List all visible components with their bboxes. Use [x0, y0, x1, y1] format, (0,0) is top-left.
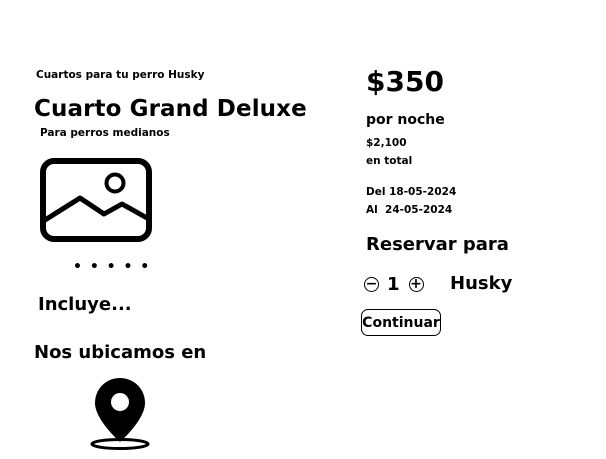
total-label: en total	[366, 155, 413, 167]
total-price: $2,100	[366, 137, 407, 149]
image-icon[interactable]	[40, 158, 152, 242]
map-pin-icon[interactable]	[90, 376, 150, 450]
quantity-stepper: − 1 +	[364, 273, 424, 295]
price-per-night: $350	[366, 65, 444, 98]
gallery-pagination-dots[interactable]: • • • • •	[73, 259, 151, 275]
includes-heading[interactable]: Incluye...	[38, 294, 132, 315]
quantity-value: 1	[387, 273, 400, 295]
listing-eyebrow: Cuartos para tu perro Husky	[36, 69, 205, 81]
check-in-date: Del 18-05-2024	[366, 186, 457, 198]
page-title: Cuarto Grand Deluxe	[34, 96, 307, 122]
increment-button[interactable]: +	[408, 276, 424, 292]
price-unit-label: por noche	[366, 112, 445, 128]
decrement-button[interactable]: −	[364, 276, 379, 292]
listing-subtitle: Para perros medianos	[40, 127, 170, 139]
pet-name: Husky	[450, 273, 513, 294]
check-out-date: Al 24-05-2024	[366, 204, 453, 216]
reserve-heading: Reservar para	[366, 234, 509, 255]
continue-button[interactable]: Continuar	[361, 309, 441, 336]
location-heading: Nos ubicamos en	[34, 342, 207, 363]
